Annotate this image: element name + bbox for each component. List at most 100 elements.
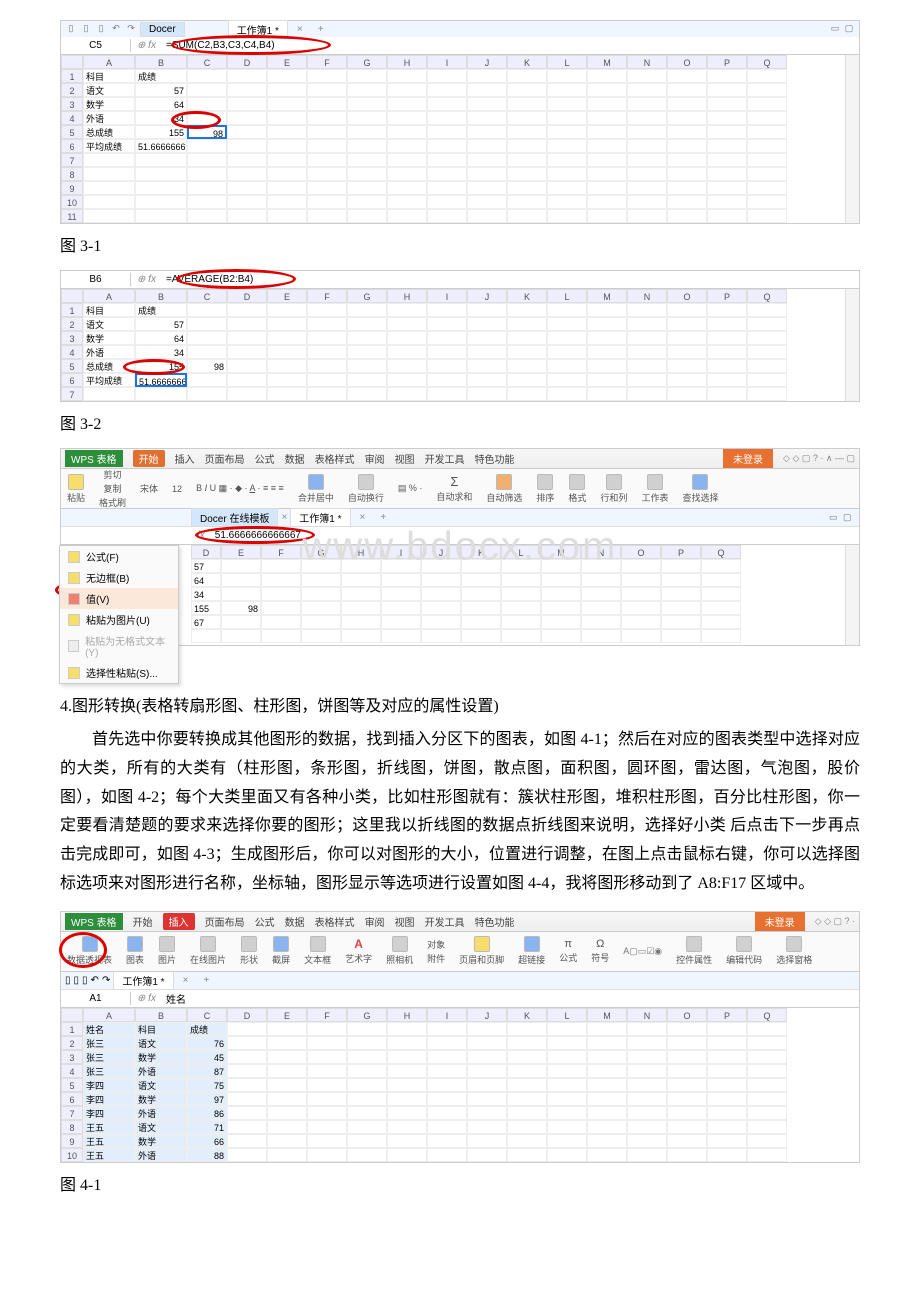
column-header[interactable]: Q [747,1008,787,1022]
cell[interactable] [307,359,347,373]
cell[interactable] [467,1120,507,1134]
cell[interactable] [507,1134,547,1148]
cell[interactable] [747,373,787,387]
cell[interactable] [547,83,587,97]
cell[interactable] [667,1064,707,1078]
cell[interactable] [135,181,187,195]
cell[interactable] [587,181,627,195]
cell[interactable] [421,629,461,643]
cell[interactable] [507,167,547,181]
shape-button[interactable]: 形状 [240,936,258,966]
menu-tab[interactable]: 页面布局 [205,451,245,466]
cell[interactable] [547,345,587,359]
cell[interactable] [427,111,467,125]
cell[interactable] [83,387,135,401]
cell[interactable] [307,209,347,223]
formula-input[interactable]: =SUM(C2,B3,C3,C4,B4) [162,39,859,52]
cell[interactable] [747,1134,787,1148]
row-header[interactable]: 5 [61,359,83,373]
cell[interactable] [467,1022,507,1036]
column-header[interactable]: A [83,55,135,69]
column-header[interactable]: C [187,55,227,69]
cell[interactable] [421,573,461,587]
cell[interactable] [427,195,467,209]
cell[interactable] [427,153,467,167]
cell[interactable] [347,331,387,345]
cell[interactable] [667,139,707,153]
cell[interactable] [427,1078,467,1092]
column-header[interactable]: A [83,289,135,303]
cell[interactable] [747,1148,787,1162]
cell[interactable] [507,1106,547,1120]
hyperlink-button[interactable]: 超链接 [518,936,545,966]
cell[interactable] [427,83,467,97]
cell[interactable]: 34 [135,111,187,125]
column-header[interactable]: M [541,545,581,559]
cell[interactable] [467,1050,507,1064]
row-header[interactable]: 11 [61,209,83,223]
cell[interactable] [381,615,421,629]
paste-button[interactable]: 粘贴 [67,474,85,504]
select-all-corner[interactable] [61,55,83,69]
cell[interactable]: 李四 [83,1106,135,1120]
cell[interactable] [187,139,227,153]
column-header[interactable]: P [707,1008,747,1022]
cell[interactable] [467,181,507,195]
cell[interactable] [667,1148,707,1162]
cell[interactable] [587,209,627,223]
cell[interactable] [587,331,627,345]
cell[interactable] [507,317,547,331]
column-header[interactable]: L [547,1008,587,1022]
cell[interactable] [307,83,347,97]
column-header[interactable]: Q [747,289,787,303]
cell[interactable] [427,209,467,223]
cell[interactable] [667,1106,707,1120]
cell[interactable] [587,195,627,209]
cell[interactable] [627,167,667,181]
cell[interactable] [627,1050,667,1064]
cell[interactable] [267,195,307,209]
column-header[interactable]: H [387,1008,427,1022]
cell[interactable] [347,83,387,97]
cell[interactable] [627,387,667,401]
column-header[interactable]: M [587,55,627,69]
cell[interactable] [707,153,747,167]
save-icon[interactable]: ▯ [80,23,92,35]
cell[interactable] [627,1092,667,1106]
clipboard-group[interactable]: 剪切复制格式刷 [99,468,126,509]
cell[interactable] [747,153,787,167]
cell[interactable] [627,69,667,83]
cell[interactable] [701,587,741,601]
cell[interactable] [227,111,267,125]
cell[interactable]: 成绩 [187,1022,227,1036]
cell[interactable] [507,153,547,167]
cell[interactable] [427,387,467,401]
cell[interactable] [187,317,227,331]
cell[interactable] [547,387,587,401]
column-header[interactable]: G [347,289,387,303]
cell[interactable]: 71 [187,1120,227,1134]
cell[interactable] [587,387,627,401]
cell[interactable]: 语文 [135,1036,187,1050]
cell[interactable] [301,587,341,601]
cell[interactable] [347,1106,387,1120]
cell[interactable] [347,1050,387,1064]
cell[interactable] [747,1078,787,1092]
cell[interactable] [267,125,307,139]
cell[interactable]: 语文 [135,1120,187,1134]
cell[interactable] [307,1120,347,1134]
cell[interactable] [587,111,627,125]
cell[interactable] [427,181,467,195]
cell[interactable] [547,1134,587,1148]
cell[interactable] [707,1050,747,1064]
cell[interactable] [707,1064,747,1078]
print-icon[interactable]: ▯ [95,23,107,35]
redo-icon[interactable]: ↷ [125,23,137,35]
menu-item-values[interactable]: 值(V) [60,588,178,609]
select-all-corner[interactable] [61,1008,83,1022]
cell[interactable] [467,303,507,317]
cell[interactable]: 45 [187,1050,227,1064]
column-header[interactable]: N [627,1008,667,1022]
cell[interactable] [547,195,587,209]
column-header[interactable]: J [467,1008,507,1022]
